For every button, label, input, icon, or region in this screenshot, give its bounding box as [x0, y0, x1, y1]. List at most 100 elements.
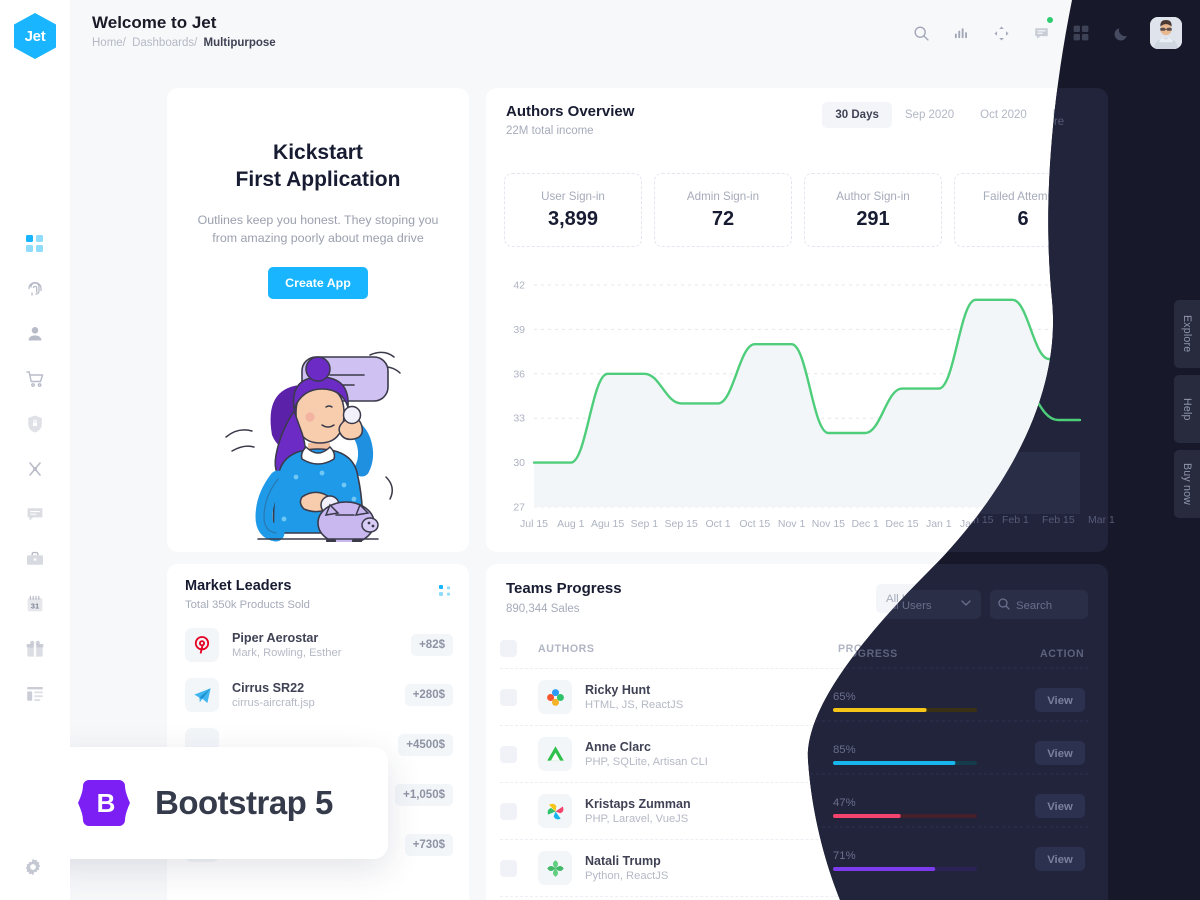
view-button[interactable]: View	[1040, 855, 1094, 881]
svg-text:Feb 15: Feb 15	[1033, 518, 1066, 530]
stat-failed-attempts: Failed Attempts 6	[954, 173, 1092, 247]
svg-text:31: 31	[31, 602, 40, 611]
dark-mode-icon[interactable]	[1110, 22, 1132, 44]
svg-text:Sep 15: Sep 15	[665, 518, 698, 530]
kickstart-description-line1: Outlines keep you honest. They stoping y…	[197, 212, 439, 227]
sidebar-item-gifts[interactable]	[22, 636, 48, 662]
svg-text:B: B	[97, 788, 116, 818]
sidebar-item-tools[interactable]	[22, 456, 48, 482]
list-item-amount: +82$	[411, 634, 453, 656]
table-row[interactable]: Ricky Hunt HTML, JS, ReactJS 65% View	[500, 669, 1094, 726]
tab-oct-2020[interactable]: Oct 2020	[967, 102, 1040, 128]
table-row[interactable]: Anne Clarc PHP, SQLite, Artisan CLI 85% …	[500, 726, 1094, 783]
breadcrumb-dashboards[interactable]: Dashboards/	[132, 37, 197, 49]
notifications-icon[interactable]	[1030, 17, 1053, 44]
select-all-cell	[500, 640, 538, 657]
table-row[interactable]: Natali Trump Python, ReactJS 71% View	[500, 840, 1094, 897]
kickstart-description-line2: from amazing poorly about mega drive	[212, 231, 424, 246]
row-checkbox[interactable]	[500, 802, 517, 820]
edge-tab-explore[interactable]: Explore	[1174, 300, 1200, 368]
progress-bar-fill	[838, 704, 932, 709]
view-button[interactable]: View	[1040, 798, 1094, 824]
sidebar-item-chat[interactable]	[22, 501, 48, 527]
svg-text:Dec 1: Dec 1	[851, 518, 879, 530]
breadcrumb: Home/ Dashboards/ Multipurpose	[92, 37, 279, 49]
settings-gear-button[interactable]	[23, 857, 43, 882]
action-cell: View	[1016, 684, 1094, 710]
svg-text:Mar 1: Mar 1	[1073, 518, 1098, 530]
author-skills: HTML, JS, ReactJS	[585, 699, 684, 711]
select-all-checkbox[interactable]	[500, 640, 517, 657]
app-logo[interactable]: Jet	[14, 13, 56, 59]
progress-percent: 47%	[838, 799, 861, 812]
search-input[interactable]: Search	[994, 584, 1092, 613]
drive-icon	[538, 737, 572, 771]
bootstrap-badge-label: Bootstrap 5	[155, 784, 333, 821]
sidebar-item-ecommerce[interactable]	[22, 366, 48, 392]
authors-overview-subtitle: 22M total income	[506, 125, 594, 137]
list-item[interactable]: Cirrus SR22 cirrus-aircraft.jsp +280$	[181, 670, 457, 720]
svg-text:36: 36	[513, 368, 525, 380]
kickstart-title-line2: First Application	[235, 167, 401, 191]
search-icon[interactable]	[910, 22, 932, 44]
stat-label: Admin Sign-in	[686, 189, 760, 203]
sidebar-item-profile[interactable]	[22, 321, 48, 347]
row-checkbox[interactable]	[500, 745, 517, 763]
row-select-cell	[500, 859, 538, 877]
svg-text:Jan 1: Jan 1	[926, 518, 952, 530]
row-select-cell	[500, 802, 538, 820]
user-filter-select[interactable]: All Users	[876, 584, 984, 613]
market-leaders-title: Market Leaders	[185, 578, 292, 594]
sidebar-item-layout[interactable]	[22, 681, 48, 707]
author-cell: Ricky Hunt HTML, JS, ReactJS	[538, 680, 838, 714]
sidebar-item-fingerprint[interactable]	[22, 276, 48, 302]
author-text: Kristaps Zumman PHP, Laravel, VueJS	[585, 797, 691, 825]
tab-30-days[interactable]: 30 Days	[822, 102, 892, 128]
breadcrumb-home[interactable]: Home/	[92, 37, 126, 49]
tab-sep-2020[interactable]: Sep 2020	[892, 102, 967, 128]
sidebar-item-security[interactable]	[22, 411, 48, 437]
row-select-cell	[500, 745, 538, 763]
top-header: Welcome to Jet Home/ Dashboards/ Multipu…	[70, 0, 1200, 66]
pinterest-icon	[185, 628, 219, 662]
chart-canvas: 27 30 33 36 39 42 Jul 15 Aug 1 Agu 15 Sep 1 Sep 15…	[513, 280, 1099, 531]
search-placeholder: Search	[1021, 592, 1058, 605]
author-text: Ricky Hunt HTML, JS, ReactJS	[585, 683, 683, 711]
progress-percent: 85%	[838, 742, 861, 755]
authors-overview-title: Authors Overview	[506, 103, 635, 120]
list-item[interactable]: Piper Aerostar Mark, Rowling, Esther +82…	[181, 620, 457, 670]
create-app-button[interactable]: Create App	[268, 267, 368, 300]
edge-tab-help[interactable]: Help	[1174, 375, 1200, 443]
stat-value: 72	[711, 207, 735, 230]
user-avatar[interactable]	[1150, 17, 1182, 49]
authors-stats-row: User Sign-in 3,899 Admin Sign-in 72 Auth…	[504, 173, 1092, 247]
row-checkbox[interactable]	[500, 859, 517, 877]
svg-text:Jan 15: Jan 15	[960, 518, 992, 530]
progress-bar	[838, 875, 982, 880]
tab-more[interactable]: More	[1040, 102, 1092, 128]
apps-grid-icon[interactable]	[1070, 22, 1092, 44]
table-row[interactable]: Kristaps Zumman PHP, Laravel, VueJS 47% …	[500, 783, 1094, 840]
sidebar-item-dashboard[interactable]	[22, 231, 48, 257]
svg-text:Aug 1: Aug 1	[557, 518, 585, 530]
dots-menu-icon[interactable]	[439, 584, 453, 602]
page-title: Welcome to Jet	[92, 13, 217, 32]
view-button[interactable]: View	[1040, 741, 1094, 767]
view-button[interactable]: View	[1040, 684, 1094, 710]
flower-icon	[538, 680, 572, 714]
app-logo-text: Jet	[24, 27, 46, 45]
progress-bar-fill	[838, 761, 961, 766]
stat-admin-signin: Admin Sign-in 72	[654, 173, 792, 247]
svg-text:30: 30	[513, 457, 525, 469]
notification-badge-dot	[1047, 17, 1053, 23]
bar-chart-icon[interactable]	[950, 22, 972, 44]
sidebar-item-projects[interactable]	[22, 546, 48, 572]
sidebar-item-calendar[interactable]: 31	[22, 591, 48, 617]
row-checkbox[interactable]	[500, 688, 517, 706]
progress-percent: 71%	[838, 856, 861, 869]
stat-label: User Sign-in	[541, 189, 605, 203]
edge-tab-buy-now[interactable]: Buy now	[1174, 450, 1200, 518]
column-header-action: ACTION	[1049, 642, 1094, 655]
move-icon[interactable]	[990, 22, 1012, 44]
author-skills: Python, ReactJS	[585, 870, 669, 882]
